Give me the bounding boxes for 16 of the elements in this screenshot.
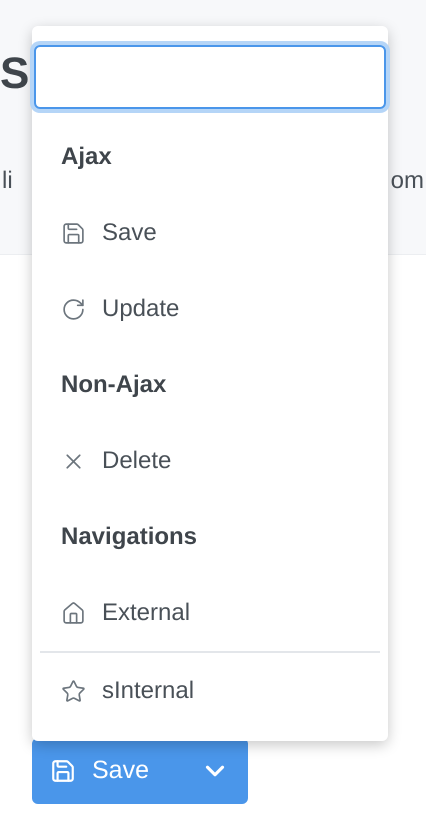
section-header: Ajax xyxy=(61,142,112,172)
subtitle-text: om xyxy=(390,166,424,196)
subtitle-text: li xyxy=(2,166,13,196)
star-icon xyxy=(61,678,86,704)
menu-item[interactable]: External xyxy=(32,575,388,651)
menu-item[interactable]: Update xyxy=(32,271,388,347)
house-icon xyxy=(61,600,86,626)
section-header: Navigations xyxy=(61,522,198,552)
menu-item[interactable]: sInternal xyxy=(32,653,388,729)
refresh-icon xyxy=(61,296,86,322)
menu-item[interactable]: Save xyxy=(32,195,388,271)
menu-item[interactable]: Delete xyxy=(32,423,388,499)
save-icon xyxy=(61,220,86,246)
page-title: S xyxy=(0,48,30,100)
save-icon xyxy=(50,758,76,784)
section-header: Non-Ajax xyxy=(61,370,166,400)
